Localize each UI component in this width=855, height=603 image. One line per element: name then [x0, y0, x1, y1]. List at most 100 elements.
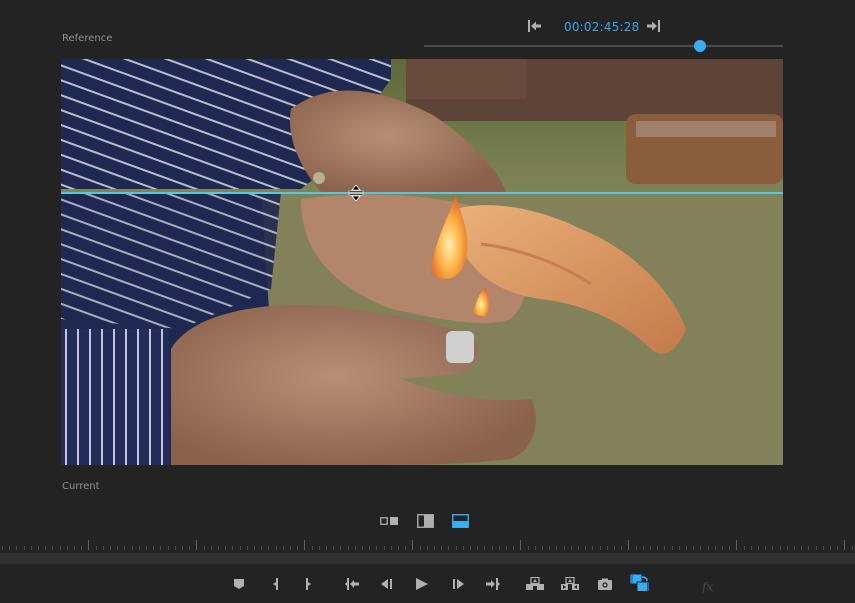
ruler-tick [571, 546, 572, 550]
go-to-next-edit-button[interactable] [645, 18, 661, 32]
ruler-tick [506, 546, 507, 550]
ruler-tick [81, 546, 82, 550]
vertical-split-icon [417, 514, 434, 528]
go-to-out-button[interactable] [483, 576, 500, 590]
ruler-tick [672, 546, 673, 550]
step-back-button[interactable] [379, 576, 395, 590]
ruler-tick [2, 546, 3, 550]
ruler-tick [60, 546, 61, 550]
ruler-major-tick [196, 540, 197, 550]
ruler-tick [175, 546, 176, 550]
ruler-tick [182, 546, 183, 550]
ruler-tick [96, 546, 97, 550]
ruler-tick [340, 546, 341, 550]
position-slider-thumb[interactable] [694, 40, 707, 52]
ruler-tick [52, 546, 53, 550]
ruler-tick [45, 546, 46, 550]
add-marker-button[interactable] [231, 576, 247, 590]
ruler-tick [319, 546, 320, 550]
timeline-scrub-bar[interactable] [0, 553, 855, 564]
ruler-tick [607, 546, 608, 550]
horizontal-split-button[interactable] [452, 513, 470, 528]
mark-in-icon [273, 578, 278, 590]
ruler-tick [276, 546, 277, 550]
ruler-tick [9, 546, 10, 550]
ruler-tick [405, 546, 406, 550]
ruler-tick [600, 546, 601, 550]
ruler-tick [542, 546, 543, 550]
ruler-tick [355, 546, 356, 550]
mark-in-button[interactable] [268, 576, 284, 590]
step-forward-button[interactable] [450, 576, 466, 590]
go-to-previous-edit-button[interactable] [527, 18, 543, 32]
export-frame-button[interactable] [597, 576, 613, 590]
lift-icon [526, 576, 544, 590]
ruler-tick [218, 546, 219, 550]
comparison-view-button[interactable] [630, 574, 650, 592]
ruler-tick [556, 546, 557, 550]
ruler-tick [816, 546, 817, 550]
ruler-tick [132, 546, 133, 550]
ruler-tick [38, 546, 39, 550]
ruler-tick [758, 546, 759, 550]
ruler-tick [852, 546, 853, 550]
reference-label: Reference [62, 33, 113, 44]
ruler-tick [362, 546, 363, 550]
go-to-in-button[interactable] [344, 576, 360, 590]
mark-out-icon [306, 578, 311, 590]
ruler-tick [254, 546, 255, 550]
lift-button[interactable] [525, 576, 545, 590]
ruler-tick [837, 546, 838, 550]
current-label: Current [62, 481, 100, 492]
ruler-tick [693, 546, 694, 550]
split-divider[interactable] [61, 192, 783, 194]
ruler-tick [787, 546, 788, 550]
go-to-in-icon [345, 578, 359, 590]
ruler-tick [189, 546, 190, 550]
side-by-side-button[interactable] [380, 513, 398, 527]
ruler-tick [765, 546, 766, 550]
go-to-next-edit-icon [647, 20, 660, 32]
ruler-tick [67, 546, 68, 550]
ruler-tick [823, 546, 824, 550]
ruler-tick [240, 546, 241, 550]
mark-out-button[interactable] [300, 576, 316, 590]
ruler-tick [708, 546, 709, 550]
ruler-tick [794, 546, 795, 550]
comparison-viewer[interactable] [61, 59, 783, 465]
toggle-effects-button[interactable]: fx [702, 576, 718, 594]
ruler-tick [427, 546, 428, 550]
ruler-tick [312, 546, 313, 550]
ruler-tick [592, 546, 593, 550]
step-forward-icon [453, 579, 464, 589]
ruler-tick [153, 546, 154, 550]
video-frame [61, 59, 783, 465]
play-button[interactable] [414, 576, 430, 590]
ruler-tick [744, 546, 745, 550]
ruler-tick [830, 546, 831, 550]
ruler-tick [110, 546, 111, 550]
ruler-tick [470, 546, 471, 550]
timeline-ruler[interactable] [0, 538, 855, 552]
ruler-tick [391, 546, 392, 550]
ruler-major-tick [736, 540, 737, 550]
position-slider-track[interactable] [424, 45, 783, 47]
ruler-tick [211, 546, 212, 550]
extract-icon [561, 576, 579, 590]
ruler-tick [564, 546, 565, 550]
ruler-tick [484, 546, 485, 550]
ruler-tick [441, 546, 442, 550]
ruler-tick [348, 546, 349, 550]
ruler-tick [398, 546, 399, 550]
vertical-split-button[interactable] [417, 513, 435, 528]
extract-button[interactable] [560, 576, 580, 590]
ruler-tick [664, 546, 665, 550]
ruler-tick [225, 546, 226, 550]
ruler-tick [801, 546, 802, 550]
marker-icon [234, 579, 244, 589]
ruler-tick [168, 546, 169, 550]
ruler-tick [456, 546, 457, 550]
current-timecode[interactable]: 00:02:45:28 [564, 20, 639, 34]
ruler-tick [679, 546, 680, 550]
ruler-tick [204, 546, 205, 550]
